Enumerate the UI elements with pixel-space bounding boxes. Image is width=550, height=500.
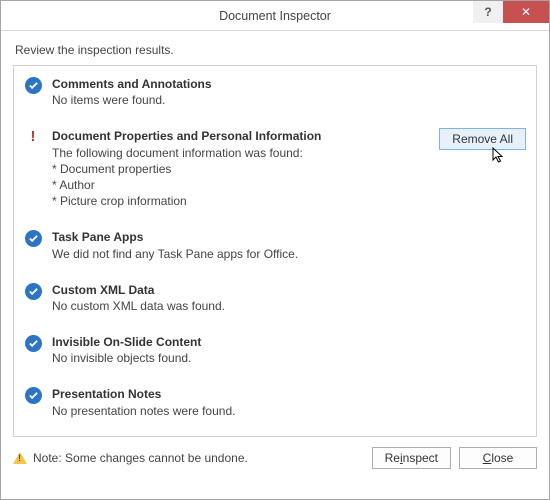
section-title: Comments and Annotations — [52, 76, 526, 92]
section-body: No invisible objects found. — [52, 350, 526, 366]
window-title: Document Inspector — [1, 9, 549, 23]
footer-note: Note: Some changes cannot be undone. — [13, 451, 372, 465]
section-title: Invisible On-Slide Content — [52, 334, 526, 350]
warning-triangle-icon — [13, 452, 27, 464]
section-body: We did not find any Task Pane apps for O… — [52, 246, 526, 262]
section-body: No presentation notes were found. — [52, 403, 526, 419]
help-button[interactable]: ? — [473, 1, 503, 23]
results-panel: Comments and Annotations No items were f… — [13, 65, 537, 437]
section-title: Custom XML Data — [52, 282, 526, 298]
section-custom-xml: Custom XML Data No custom XML data was f… — [14, 272, 536, 324]
close-button[interactable]: Close — [459, 447, 537, 469]
section-body: No items were found. — [52, 92, 526, 108]
section-item: * Document properties — [52, 161, 431, 177]
cursor-icon — [492, 147, 506, 165]
window-close-button[interactable]: ✕ — [503, 1, 549, 23]
section-comments: Comments and Annotations No items were f… — [14, 66, 536, 118]
section-item: * Picture crop information — [52, 193, 431, 209]
section-invisible-content: Invisible On-Slide Content No invisible … — [14, 324, 536, 376]
section-task-pane: Task Pane Apps We did not find any Task … — [14, 219, 536, 271]
checkmark-icon — [25, 230, 42, 247]
titlebar: Document Inspector ? ✕ — [1, 1, 549, 31]
section-title: Presentation Notes — [52, 386, 526, 402]
reinspect-button[interactable]: Reinspect — [372, 447, 451, 469]
section-body: No custom XML data was found. — [52, 298, 526, 314]
section-title: Task Pane Apps — [52, 229, 526, 245]
dialog-content: Review the inspection results. Comments … — [1, 31, 549, 437]
instruction-text: Review the inspection results. — [15, 43, 537, 57]
section-body-line: The following document information was f… — [52, 145, 431, 161]
remove-all-button[interactable]: Remove All — [439, 128, 526, 150]
section-item: * Author — [52, 177, 431, 193]
section-document-properties: ! Document Properties and Personal Infor… — [14, 118, 536, 219]
checkmark-icon — [25, 335, 42, 352]
checkmark-icon — [25, 283, 42, 300]
dialog-footer: Note: Some changes cannot be undone. Rei… — [1, 437, 549, 481]
window-controls: ? ✕ — [473, 1, 549, 23]
section-presentation-notes: Presentation Notes No presentation notes… — [14, 376, 536, 428]
checkmark-icon — [25, 387, 42, 404]
checkmark-icon — [25, 77, 42, 94]
exclamation-icon: ! — [25, 129, 42, 144]
footer-note-text: Note: Some changes cannot be undone. — [33, 451, 248, 465]
section-title: Document Properties and Personal Informa… — [52, 128, 431, 144]
